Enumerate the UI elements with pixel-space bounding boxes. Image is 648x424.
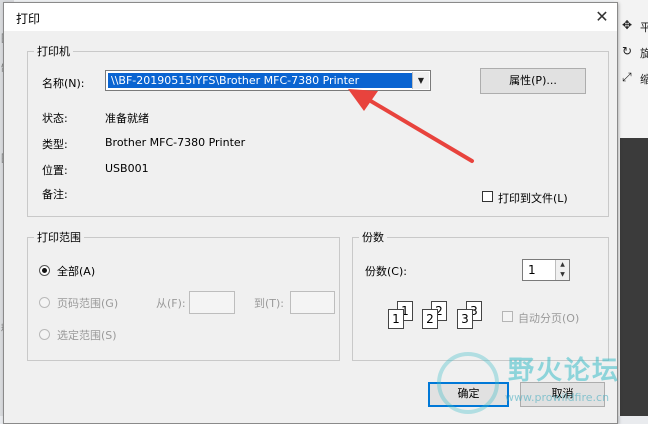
status-value: 准备就绪 (105, 112, 149, 125)
range-selection-label[interactable]: 选定范围(S) (57, 327, 117, 343)
background-dark-panel (620, 138, 648, 416)
print-to-file-checkbox[interactable] (482, 191, 493, 202)
to-label: 到(T): (254, 297, 285, 310)
annotation-arrow (348, 89, 474, 163)
status-label: 状态: (42, 112, 68, 125)
location-value: USB001 (105, 162, 149, 175)
range-pages-label[interactable]: 页码范围(G) (57, 295, 118, 311)
to-input[interactable] (290, 291, 335, 314)
title-bar: 打印 ✕ (4, 3, 617, 31)
print-to-file-label[interactable]: 打印到文件(L) (498, 190, 568, 206)
collate-checkbox[interactable] (502, 311, 513, 322)
comment-label: 备注: (42, 188, 68, 201)
scale-icon[interactable]: ⤢ (622, 70, 632, 85)
watermark-text: 野火论坛 (508, 356, 621, 386)
rotate-icon[interactable]: ↻ (622, 44, 632, 58)
copies-label: 份数(C): (365, 265, 407, 278)
range-pages-radio[interactable] (39, 297, 50, 308)
collate-label[interactable]: 自动分页(O) (518, 310, 579, 326)
type-label: 类型: (42, 138, 68, 151)
copies-value: 1 (528, 263, 536, 277)
from-input[interactable] (189, 291, 235, 314)
range-selection-radio[interactable] (39, 329, 50, 340)
watermark-url: www.prowildfire.cn (505, 391, 610, 404)
watermark-logo (437, 352, 499, 414)
printer-group-legend: 打印机 (37, 45, 70, 58)
move-icon[interactable]: ✥ (622, 18, 632, 32)
copies-legend: 份数 (362, 231, 384, 244)
type-value: Brother MFC-7380 Printer (105, 136, 246, 149)
location-label: 位置: (42, 164, 68, 177)
copies-group: 份数 (352, 229, 609, 361)
print-range-legend: 打印范围 (37, 231, 81, 244)
printer-name-label: 名称(N): (42, 77, 85, 90)
copies-spinner[interactable]: 1 ▲ ▼ (522, 259, 570, 281)
properties-button[interactable]: 属性(P)... (480, 68, 586, 94)
range-all-radio[interactable] (39, 265, 50, 276)
dialog-title: 打印 (16, 12, 41, 26)
close-icon[interactable]: ✕ (591, 7, 613, 27)
spin-down-icon[interactable]: ▼ (555, 270, 569, 280)
range-all-label[interactable]: 全部(A) (57, 263, 95, 279)
from-label: 从(F): (156, 297, 186, 310)
